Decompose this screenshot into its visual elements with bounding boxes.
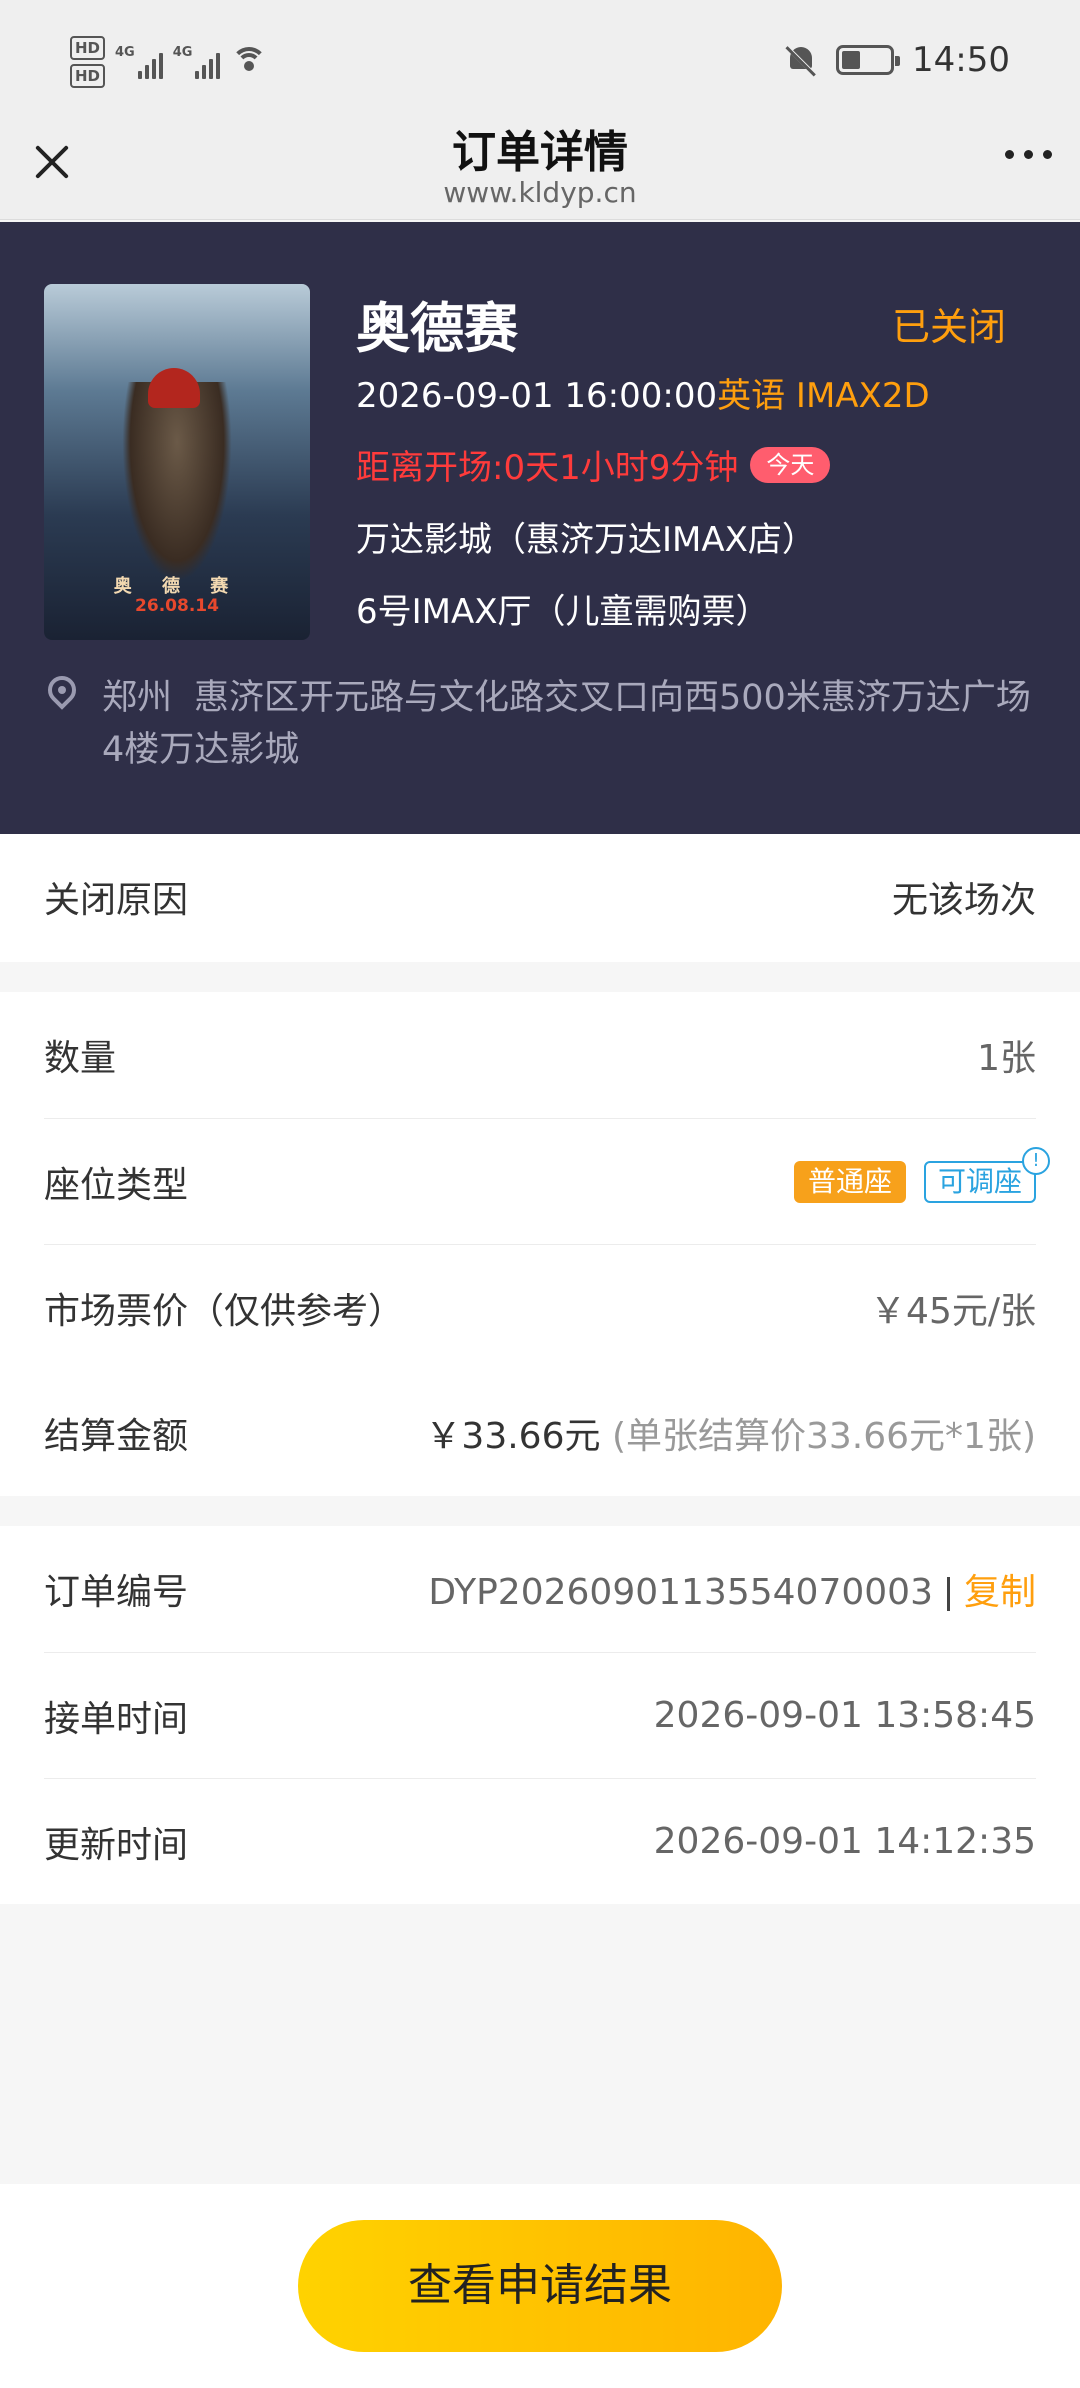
quantity-row: 数量 1张: [44, 992, 1036, 1118]
countdown-row: 距离开场:0天1小时9分钟 今天: [356, 440, 831, 489]
movie-poster: 奥 德 赛 26.08.14: [44, 284, 310, 640]
location-pin-icon: [42, 670, 82, 716]
updated-time-value: 2026-09-01 14:12:35: [653, 1821, 1036, 1862]
page-title: 订单详情: [452, 127, 628, 178]
mute-bell-icon: [784, 43, 818, 77]
today-badge: 今天: [750, 446, 831, 483]
seat-type-row: 座位类型 普通座 可调座!: [44, 1118, 1050, 1244]
order-number: DYP2026090113554070003 复制: [428, 1563, 1036, 1615]
quantity-value: 1张: [977, 1038, 1036, 1079]
accepted-time-row: 接单时间 2026-09-01 13:58:45: [44, 1652, 1036, 1778]
showtime-line: 2026-09-01 16:00:00英语 IMAX2D: [356, 368, 930, 417]
seat-type-adjustable-badge[interactable]: 可调座!: [923, 1146, 1050, 1203]
bottom-action-bar: 查看申请结果: [0, 2184, 1080, 2388]
status-right: 14:50: [784, 40, 1010, 80]
divider: [946, 1577, 950, 1611]
accepted-time-label: 接单时间: [44, 1698, 189, 1740]
signal-icon: 4G: [115, 45, 163, 79]
market-price-label: 市场票价（仅供参考）: [44, 1290, 405, 1332]
seat-type-label: 座位类型: [44, 1164, 189, 1206]
settlement-row: 结算金额 ￥33.66元 (单张结算价33.66元*1张): [44, 1370, 1036, 1496]
info-icon[interactable]: !: [1022, 1146, 1050, 1175]
quantity-label: 数量: [44, 1038, 117, 1079]
order-number-label: 订单编号: [44, 1572, 189, 1613]
countdown: 距离开场:0天1小时9分钟: [356, 448, 739, 488]
more-icon[interactable]: [1005, 150, 1052, 159]
close-reason-section: 关闭原因 无该场次: [0, 834, 1080, 962]
cinema-address: 郑州 惠济区开元路与文化路交叉口向西500米惠济万达广场4楼万达影城: [102, 672, 1042, 776]
clock: 14:50: [912, 40, 1010, 80]
hd-icon: HD: [70, 64, 106, 88]
copy-button[interactable]: 复制: [964, 1572, 1036, 1613]
settlement-note: (单张结算价33.66元*1张): [611, 1416, 1036, 1457]
order-status: 已关闭: [891, 305, 1006, 349]
wifi-icon: [230, 47, 268, 77]
page-url: www.kldyp.cn: [443, 176, 637, 209]
cinema-name: 万达影城（惠济万达IMAX店）: [356, 520, 816, 560]
ticket-details-section: 数量 1张 座位类型 普通座 可调座! 市场票价（仅供参考） ￥45元/张 结算…: [0, 992, 1080, 1496]
nav-bar: 订单详情 www.kldyp.cn: [0, 120, 1080, 220]
view-result-button[interactable]: 查看申请结果: [298, 2220, 782, 2352]
close-reason-label: 关闭原因: [44, 880, 189, 921]
poster-date: 26.08.14: [135, 596, 219, 616]
city: 郑州: [102, 678, 173, 718]
updated-time-label: 更新时间: [44, 1824, 189, 1866]
language-format: 英语 IMAX2D: [717, 376, 930, 416]
address: 惠济区开元路与文化路交叉口向西500米惠济万达广场4楼万达影城: [102, 678, 1031, 770]
settlement-amount: ￥33.66元 (单张结算价33.66元*1张): [425, 1407, 1036, 1459]
settlement-label: 结算金额: [44, 1416, 189, 1457]
hall-name: 6号IMAX厅（儿童需购票）: [356, 592, 770, 632]
accepted-time-value: 2026-09-01 13:58:45: [653, 1695, 1036, 1736]
seat-type-normal-badge: 普通座: [793, 1160, 906, 1203]
order-info-section: 订单编号 DYP2026090113554070003 复制 接单时间 2026-…: [0, 1526, 1080, 1904]
order-number-row: 订单编号 DYP2026090113554070003 复制: [44, 1526, 1036, 1652]
hd-icon: HD: [70, 36, 106, 60]
updated-time-row: 更新时间 2026-09-01 14:12:35: [44, 1778, 1036, 1904]
poster-title: 奥 德 赛: [113, 576, 241, 597]
order-number-value: DYP2026090113554070003: [428, 1572, 933, 1613]
close-reason-row: 关闭原因 无该场次: [44, 834, 1036, 960]
market-price-value: ￥45元/张: [870, 1290, 1036, 1332]
seat-type-badges: 普通座 可调座!: [793, 1146, 1050, 1203]
status-bar: HD HD 4G 4G 14:50: [0, 0, 1080, 120]
settlement-value: ￥33.66元: [425, 1416, 601, 1457]
signal-icon: 4G: [173, 45, 221, 79]
movie-header: 奥 德 赛 26.08.14 奥德赛 已关闭 2026-09-01 16:00:…: [0, 222, 1080, 834]
status-left: HD HD 4G 4G: [70, 36, 268, 88]
market-price-row: 市场票价（仅供参考） ￥45元/张: [44, 1244, 1036, 1370]
battery-icon: [836, 45, 901, 75]
close-reason-value: 无该场次: [891, 880, 1036, 921]
showtime: 2026-09-01 16:00:00: [356, 376, 718, 416]
hd-indicators: HD HD: [70, 36, 106, 88]
movie-title: 奥德赛: [356, 297, 518, 360]
